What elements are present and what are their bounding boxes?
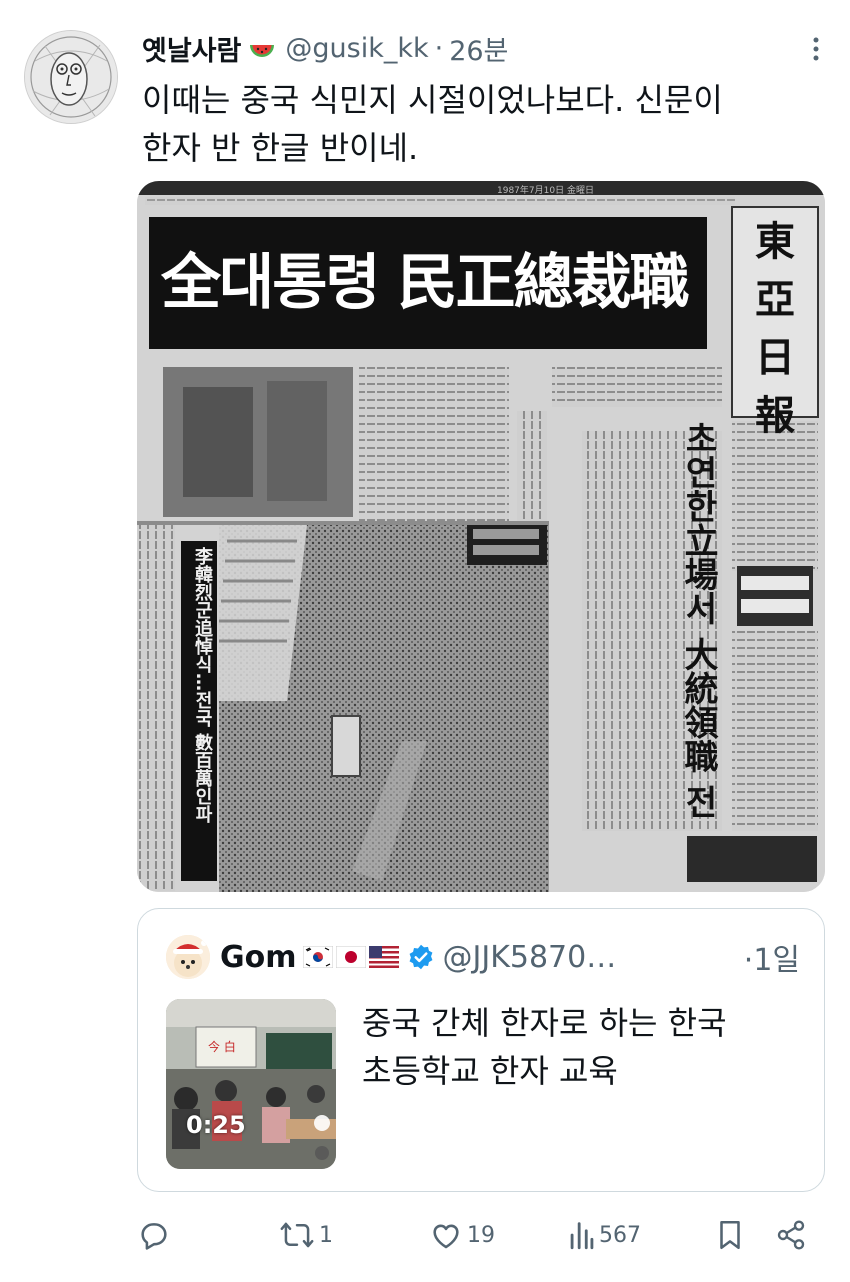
views-count: 567 (599, 1222, 641, 1248)
quoted-author-avatar[interactable] (166, 935, 210, 979)
like-button[interactable]: 19 (429, 1218, 495, 1252)
flag-emojis (302, 946, 399, 968)
author-name[interactable]: 옛날사람 (142, 29, 241, 68)
reply-button[interactable] (137, 1218, 175, 1252)
japan-flag-icon (335, 946, 366, 968)
verified-icon (407, 943, 435, 971)
video-duration: 0:25 (186, 1111, 246, 1139)
quoted-tweet-time[interactable]: ·1일 (744, 935, 800, 979)
author-avatar[interactable] (24, 30, 118, 124)
masthead-char: 日 (755, 334, 795, 381)
quoted-author-handle[interactable]: @JJK5870… (443, 940, 734, 975)
quoted-text-line: 중국 간체 한자로 하는 한국 (362, 1004, 727, 1042)
masthead-char: 亞 (755, 276, 795, 323)
quoted-time-value: 1일 (753, 943, 800, 978)
newspaper-side-caption: 李韓烈군追悼식…전국 數百萬인파 (192, 547, 213, 824)
quoted-tweet-text: 중국 간체 한자로 하는 한국 초등학교 한자 교육 (362, 999, 796, 1095)
more-icon[interactable] (804, 34, 828, 64)
bookmark-button[interactable] (715, 1218, 745, 1252)
korea-flag-icon (302, 946, 333, 968)
watermelon-emoji (247, 33, 277, 63)
retweet-count: 1 (319, 1222, 333, 1248)
like-icon (433, 1224, 459, 1249)
retweet-icon (280, 1222, 314, 1248)
retweet-button[interactable]: 1 (279, 1218, 333, 1252)
bookmark-icon (720, 1220, 740, 1250)
masthead-char: 報 (755, 392, 795, 439)
quoted-video-thumbnail[interactable]: 今 白 0:25 (166, 999, 336, 1169)
quoted-tweet-header: Gom @JJK5870… ·1일 (166, 935, 800, 979)
newspaper-masthead: 東 亞 日 報 (732, 209, 818, 439)
tweet-text: 이때는 중국 식민지 시절이었나보다. 신문이 한자 반 한글 반이네. (142, 76, 822, 172)
reply-icon (141, 1223, 167, 1250)
quoted-author-name[interactable]: Gom (220, 940, 297, 975)
action-bar: 1 19 567 (137, 1212, 825, 1260)
share-icon (777, 1220, 805, 1250)
newspaper-subhead: 초연한立場서 大統領職 전념 (679, 421, 718, 819)
quoted-tweet[interactable]: Gom @JJK5870… ·1일 今 白 0:25 중국 간체 한자로 하는 … (137, 908, 825, 1192)
quoted-text-line: 초등학교 한자 교육 (362, 1052, 618, 1090)
tweet-time[interactable]: 26분 (449, 29, 508, 68)
tweet-media-newspaper[interactable]: 全대통령 民正總裁職 사퇴 東 亞 日 報 초연한立場서 大統領職 전념 李韓烈… (137, 181, 825, 892)
separator-dot: · (434, 32, 444, 64)
masthead-char: 東 (755, 218, 795, 265)
tweet-header: 옛날사람 @gusik_kk · 26분 (142, 28, 830, 68)
views-button[interactable]: 567 (569, 1218, 641, 1252)
views-icon (570, 1222, 594, 1250)
tweet-text-line: 한자 반 한글 반이네. (142, 129, 419, 167)
svg-text:今 白: 今 白 (208, 1039, 236, 1054)
author-handle[interactable]: @gusik_kk (285, 33, 428, 64)
tweet-text-line: 이때는 중국 식민지 시절이었나보다. 신문이 (142, 81, 723, 119)
newspaper-headline: 全대통령 民正總裁職 사퇴 (161, 248, 701, 318)
usa-flag-icon (368, 946, 399, 968)
like-count: 19 (467, 1222, 495, 1248)
separator-dot: · (743, 943, 754, 978)
newspaper-date-line: 1987年7月10日 金曜日 (497, 186, 594, 196)
share-button[interactable] (775, 1218, 807, 1252)
